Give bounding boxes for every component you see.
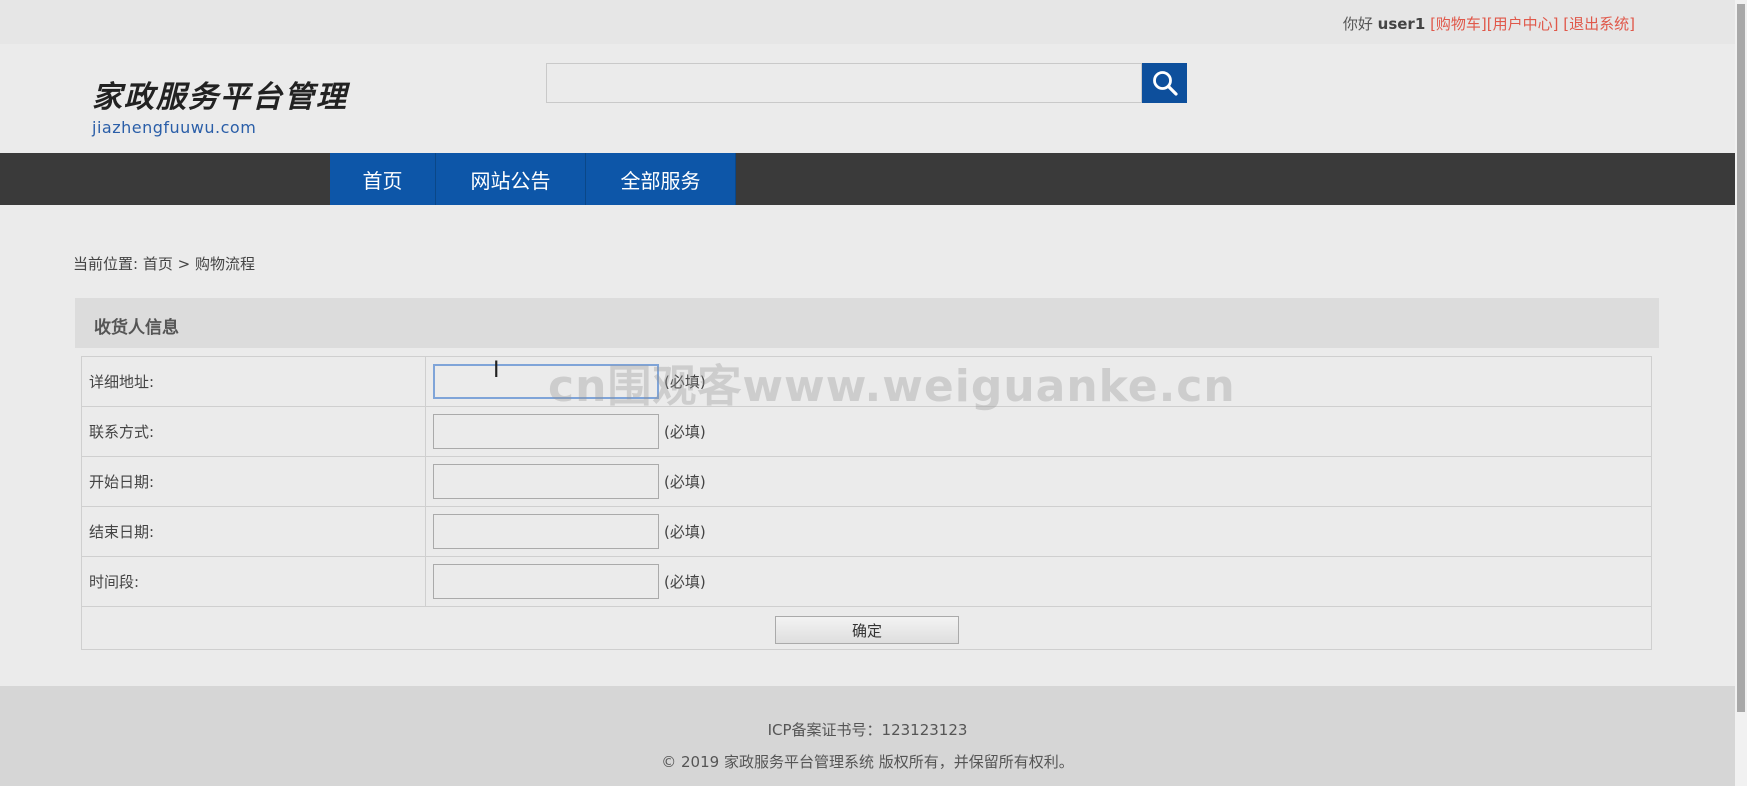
logout-link[interactable]: [退出系统]: [1563, 15, 1635, 33]
required-hint: (必填): [664, 423, 706, 441]
section-title: 收货人信息: [94, 318, 179, 338]
scrollbar-thumb[interactable]: [1737, 4, 1745, 712]
breadcrumb-home[interactable]: 首页: [143, 255, 173, 273]
form-row-start-date: 开始日期: (必填): [82, 457, 1651, 507]
time-slot-label: 时间段:: [89, 573, 140, 591]
form-row-address: 详细地址: (必填): [82, 357, 1651, 407]
cart-link[interactable]: [购物车]: [1430, 15, 1487, 33]
consignee-form: 详细地址: (必填) 联系方式: (必填) 开始日期: (必填) 结束日期: (…: [81, 356, 1652, 650]
icp-number: ICP备案证书号：123123123: [767, 721, 968, 739]
site-footer: ICP备案证书号：123123123 © 2019 家政服务平台管理系统 版权所…: [0, 686, 1735, 786]
search-icon: [1152, 71, 1178, 96]
column-divider: [425, 557, 426, 607]
nav-announcements[interactable]: 网站公告: [436, 153, 586, 205]
address-label: 详细地址:: [89, 373, 155, 391]
breadcrumb-prefix: 当前位置:: [73, 255, 139, 273]
top-bar: 你好 user1 [购物车][用户中心] [退出系统]: [0, 0, 1735, 44]
time-slot-input[interactable]: [433, 564, 659, 599]
start-date-input[interactable]: [433, 464, 659, 499]
breadcrumb: 当前位置: 首页 > 购物流程: [73, 253, 255, 274]
end-date-input[interactable]: [433, 514, 659, 549]
greeting-text: 你好: [1342, 15, 1373, 33]
username: user1: [1377, 15, 1426, 33]
required-hint: (必填): [664, 373, 706, 391]
required-hint: (必填): [664, 573, 706, 591]
user-center-link[interactable]: [用户中心]: [1487, 15, 1559, 33]
breadcrumb-current: 购物流程: [195, 255, 256, 273]
end-date-label: 结束日期:: [89, 523, 155, 541]
breadcrumb-arrow: >: [177, 255, 191, 273]
search-button[interactable]: [1142, 63, 1187, 103]
nav-home[interactable]: 首页: [330, 153, 436, 205]
logo-domain: jiazhengfuuwu.com: [92, 118, 257, 137]
search-input[interactable]: [547, 64, 1141, 102]
required-hint: (必填): [664, 523, 706, 541]
copyright-text: © 2019 家政服务平台管理系统 版权所有，并保留所有权利。: [661, 753, 1074, 771]
page-scrollbar[interactable]: [1735, 0, 1747, 786]
user-greeting: 你好 user1 [购物车][用户中心] [退出系统]: [1343, 13, 1635, 34]
nav-all-services[interactable]: 全部服务: [586, 153, 736, 205]
site-logo[interactable]: 家政服务平台管理 jiazhengfuuwu.com: [92, 72, 348, 137]
site-header: 家政服务平台管理 jiazhengfuuwu.com: [0, 44, 1735, 153]
required-hint: (必填): [664, 473, 706, 491]
column-divider: [425, 457, 426, 507]
column-divider: [425, 507, 426, 557]
form-row-contact: 联系方式: (必填): [82, 407, 1651, 457]
main-nav: 首页 网站公告 全部服务: [0, 153, 1735, 205]
form-row-time-slot: 时间段: (必填): [82, 557, 1651, 607]
column-divider: [425, 357, 426, 407]
form-row-end-date: 结束日期: (必填): [82, 507, 1651, 557]
search-box: [546, 63, 1142, 103]
contact-input[interactable]: [433, 414, 659, 449]
section-header: 收货人信息: [75, 298, 1659, 348]
confirm-button[interactable]: 确定: [775, 616, 959, 644]
column-divider: [425, 407, 426, 457]
logo-title: 家政服务平台管理: [92, 80, 348, 115]
contact-label: 联系方式:: [89, 423, 155, 441]
start-date-label: 开始日期:: [89, 473, 155, 491]
address-input[interactable]: [433, 364, 659, 399]
